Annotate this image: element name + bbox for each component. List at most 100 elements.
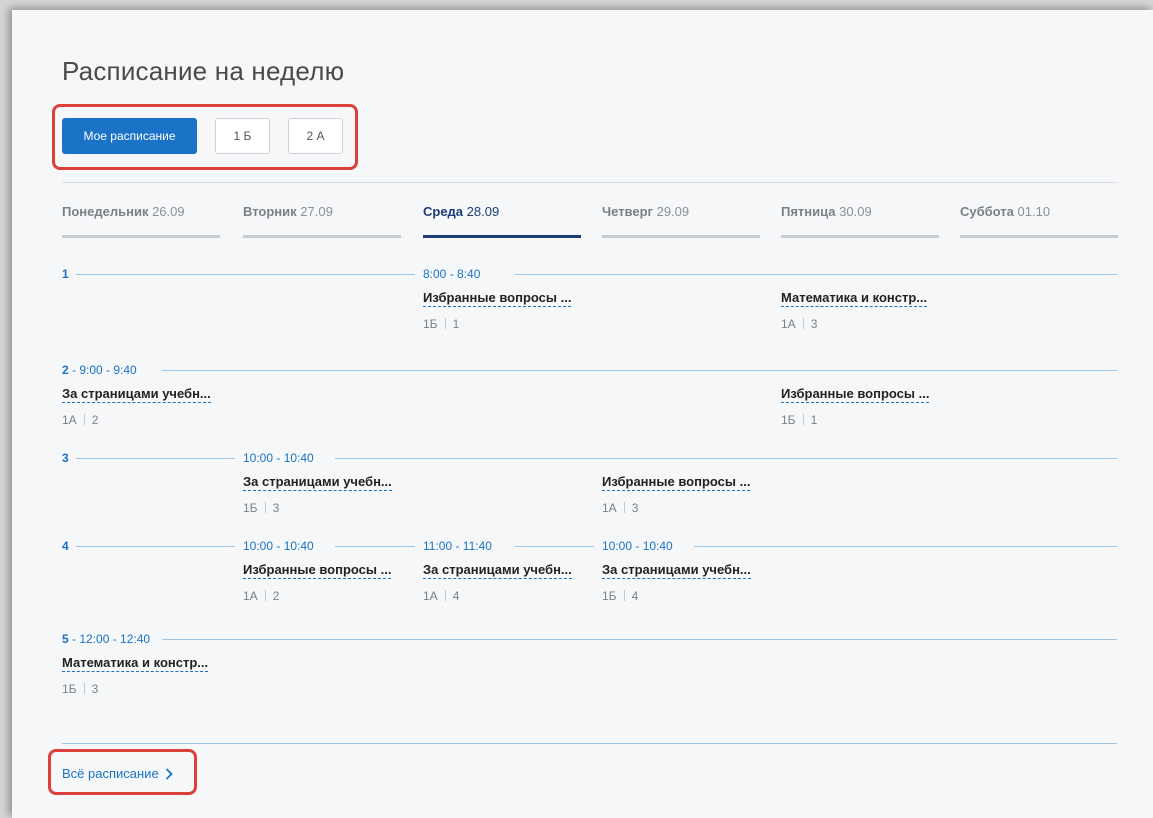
filter-class-1b-button[interactable]: 1 Б <box>215 118 270 154</box>
lesson-room: 3 <box>810 317 818 331</box>
day-tab-underline <box>423 235 581 238</box>
day-tab[interactable]: Вторник 27.09 <box>243 204 401 219</box>
meta-divider <box>444 590 446 601</box>
day-tab-underline <box>62 235 220 238</box>
lesson-meta: 1А 3 <box>781 317 817 331</box>
day-date: 28.09 <box>466 204 500 219</box>
lesson-meta: 1Б 1 <box>781 413 817 427</box>
row-separator <box>335 458 1117 459</box>
lesson-meta: 1Б 1 <box>423 317 459 331</box>
row-separator <box>162 370 1117 371</box>
all-schedule-label: Всё расписание <box>62 766 159 781</box>
lesson-meta: 1Б 3 <box>243 501 279 515</box>
day-tab[interactable]: Четверг 29.09 <box>602 204 760 219</box>
day-name: Четверг <box>602 204 653 219</box>
day-tab[interactable]: Понедельник 26.09 <box>62 204 220 219</box>
lesson-subject-link[interactable]: Избранные вопросы ... <box>602 474 751 491</box>
lesson-time: 10:00 - 10:40 <box>243 451 320 465</box>
lesson-class: 1А <box>781 317 796 331</box>
footer-divider <box>62 743 1117 744</box>
lesson-meta: 1Б 4 <box>602 589 638 603</box>
lesson-class: 1А <box>243 589 258 603</box>
lesson-subject-link[interactable]: Избранные вопросы ... <box>781 386 930 403</box>
day-tab-underline <box>602 235 760 238</box>
day-tab-underline <box>243 235 401 238</box>
lesson-room: 2 <box>272 589 280 603</box>
meta-divider <box>264 590 266 601</box>
row-separator <box>515 546 594 547</box>
meta-divider <box>83 683 85 694</box>
meta-divider <box>802 318 804 329</box>
meta-divider <box>802 414 804 425</box>
lesson-subject-link[interactable]: За страницами учебн... <box>602 562 751 579</box>
lesson-number-value: 5 <box>62 632 69 646</box>
lesson-class: 1А <box>62 413 77 427</box>
lesson-number: 4 <box>62 539 69 553</box>
lesson-meta: 1А 2 <box>243 589 279 603</box>
lesson-number: 5 - 12:00 - 12:40 <box>62 632 151 646</box>
lesson-time: 10:00 - 10:40 <box>243 539 320 553</box>
day-date: 30.09 <box>839 204 872 219</box>
lesson-time: 12:00 - 12:40 <box>79 632 151 646</box>
lesson-number-value: 3 <box>62 451 69 465</box>
meta-divider <box>264 502 266 513</box>
row-separator <box>335 546 415 547</box>
lesson-subject-link[interactable]: За страницами учебн... <box>62 386 211 403</box>
lesson-room: 4 <box>631 589 639 603</box>
lesson-class: 1А <box>423 589 438 603</box>
day-name: Среда <box>423 204 464 219</box>
lesson-class: 1А <box>602 501 617 515</box>
lesson-room: 1 <box>452 317 460 331</box>
page-title: Расписание на неделю <box>62 56 345 86</box>
row-separator <box>76 546 235 547</box>
lesson-number: 1 <box>62 267 69 281</box>
lesson-room: 3 <box>272 501 280 515</box>
lesson-meta: 1Б 3 <box>62 682 98 696</box>
lesson-time: 9:00 - 9:40 <box>79 363 137 377</box>
day-tab-underline <box>960 235 1118 238</box>
lesson-number-value: 2 <box>62 363 69 377</box>
lesson-subject-link[interactable]: Математика и констр... <box>62 655 209 672</box>
lesson-room: 1 <box>810 413 818 427</box>
day-date: 01.10 <box>1017 204 1051 219</box>
lesson-time: 11:00 - 11:40 <box>423 539 498 553</box>
day-date: 29.09 <box>656 204 690 219</box>
lesson-class: 1Б <box>781 413 796 427</box>
schedule-widget: Расписание на неделю Мое расписание 1 Б … <box>12 10 1153 818</box>
filter-my-schedule-button[interactable]: Мое расписание <box>62 118 197 154</box>
lesson-subject-link[interactable]: За страницами учебн... <box>423 562 572 579</box>
lesson-subject-link[interactable]: Избранные вопросы ... <box>423 290 572 307</box>
row-separator <box>76 458 235 459</box>
lesson-meta: 1А 2 <box>62 413 98 427</box>
row-separator <box>76 274 415 275</box>
lesson-room: 3 <box>91 682 99 696</box>
day-name: Вторник <box>243 204 297 219</box>
lesson-subject-link[interactable]: Математика и констр... <box>781 290 928 307</box>
lesson-room: 3 <box>631 501 639 515</box>
lesson-class: 1Б <box>243 501 258 515</box>
lesson-time: 8:00 - 8:40 <box>423 267 487 281</box>
day-name: Суббота <box>960 204 1014 219</box>
all-schedule-link[interactable]: Всё расписание <box>62 766 173 781</box>
filter-class-2a-button[interactable]: 2 А <box>288 118 343 154</box>
lesson-time: 10:00 - 10:40 <box>602 539 679 553</box>
lesson-subject-link[interactable]: Избранные вопросы ... <box>243 562 392 579</box>
day-tab[interactable]: Пятница 30.09 <box>781 204 939 219</box>
day-tab[interactable]: Суббота 01.10 <box>960 204 1118 219</box>
day-tab[interactable]: Среда 28.09 <box>423 204 581 219</box>
lesson-number-value: 4 <box>62 539 69 553</box>
lesson-class: 1Б <box>602 589 617 603</box>
meta-divider <box>623 590 625 601</box>
meta-divider <box>444 318 446 329</box>
lesson-number-value: 1 <box>62 267 69 281</box>
day-tab-underline <box>781 235 939 238</box>
header-divider <box>62 182 1117 183</box>
lesson-class: 1Б <box>62 682 77 696</box>
day-date: 27.09 <box>300 204 333 219</box>
lesson-room: 4 <box>452 589 460 603</box>
lesson-meta: 1А 3 <box>602 501 638 515</box>
lesson-subject-link[interactable]: За страницами учебн... <box>243 474 392 491</box>
row-separator <box>162 639 1117 640</box>
chevron-right-icon <box>165 767 173 780</box>
lesson-room: 2 <box>91 413 99 427</box>
